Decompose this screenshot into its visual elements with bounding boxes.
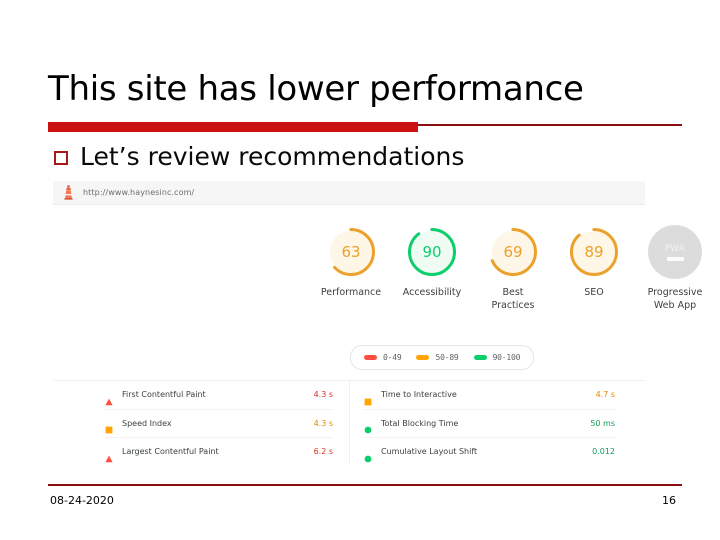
score-gauge-accessibility: 90 Accessibility (402, 225, 462, 299)
square-average-icon (364, 391, 372, 406)
bullet-item: Let’s review recommendations (54, 142, 464, 172)
score-gauges-area: 63 Performance 90 Accessibility 69 Best … (53, 205, 702, 381)
page-title: This site has lower performance (48, 69, 584, 109)
lighthouse-report-card: http://www.haynesinc.com/ 63 Performance (53, 181, 702, 464)
metric-name: Total Blocking Time (381, 418, 459, 428)
gauge-value-best-practices: 69 (503, 243, 523, 261)
gauge-dash-icon (666, 256, 684, 261)
metric-row: Total Blocking Time 50 ms (364, 410, 615, 439)
metric-value: 0.012 (592, 447, 615, 457)
metric-row: Speed Index 4.3 s (105, 410, 333, 439)
gauge-ring-seo: 89 (567, 225, 621, 279)
circle-pass-icon (364, 419, 372, 434)
metric-name: Largest Contentful Paint (122, 447, 219, 457)
triangle-warning-icon (105, 391, 113, 405)
metric-row: Time to Interactive 4.7 s (364, 381, 615, 410)
metric-value: 4.3 s (313, 418, 333, 428)
gauge-label-best-practices: Best Practices (491, 287, 535, 311)
gauge-ring-performance: 63 (324, 225, 378, 279)
legend-swatch-red-icon (364, 355, 377, 360)
score-legend: 0-49 50-89 90-100 (350, 345, 535, 370)
title-divider-thick (48, 122, 418, 132)
gauge-label-pwa: Progressive Web App (647, 287, 703, 311)
metric-value: 50 ms (590, 418, 615, 428)
score-gauge-performance: 63 Performance (321, 225, 381, 299)
triangle-warning-icon (105, 448, 113, 463)
gauge-ring-pwa: PWA (648, 225, 702, 279)
metric-row: Cumulative Layout Shift 0.012 (364, 438, 615, 466)
legend-label-fail: 0-49 (383, 353, 402, 362)
metric-row: First Contentful Paint 4.3 s (105, 381, 333, 410)
gauge-value-seo: 89 (584, 243, 604, 261)
legend-item-average: 50-89 (416, 353, 459, 362)
gauge-label-accessibility: Accessibility (402, 287, 462, 298)
gauge-ring-accessibility: 90 (405, 225, 459, 279)
metric-row: Largest Contentful Paint 6.2 s (105, 438, 333, 466)
score-gauge-best-practices: 69 Best Practices (483, 225, 543, 312)
hollow-square-icon (54, 151, 68, 165)
metric-name: Time to Interactive (381, 390, 457, 400)
lighthouse-icon (63, 185, 74, 200)
title-divider (48, 120, 682, 132)
gauge-label-performance: Performance (320, 287, 382, 298)
metric-name: First Contentful Paint (122, 390, 206, 400)
footer-date: 08-24-2020 (50, 494, 114, 507)
square-average-icon (105, 419, 113, 434)
slide: This site has lower performance Let’s re… (0, 0, 720, 540)
metrics-column-left: First Contentful Paint 4.3 s Speed Index… (53, 381, 349, 464)
legend-label-pass: 90-100 (492, 353, 521, 362)
metric-name: Speed Index (122, 418, 172, 428)
url-bar: http://www.haynesinc.com/ (53, 181, 645, 205)
metric-value: 6.2 s (313, 447, 333, 457)
footer-divider (48, 484, 682, 486)
gauge-label-seo: SEO (584, 287, 604, 298)
gauge-value-performance: 63 (341, 243, 361, 261)
page-number: 16 (662, 494, 676, 507)
gauge-value-pwa: PWA (664, 243, 686, 254)
score-gauges: 63 Performance 90 Accessibility 69 Best … (321, 225, 705, 312)
legend-item-pass: 90-100 (473, 353, 521, 362)
metrics-column-right: Time to Interactive 4.7 s Total Blocking… (349, 381, 645, 464)
gauge-ring-best-practices: 69 (486, 225, 540, 279)
legend-swatch-orange-icon (416, 355, 430, 360)
metric-name: Cumulative Layout Shift (381, 447, 478, 457)
circle-pass-icon (364, 448, 372, 463)
legend-label-average: 50-89 (435, 353, 459, 362)
legend-item-fail: 0-49 (364, 353, 402, 362)
metric-value: 4.7 s (595, 390, 615, 400)
url-text: http://www.haynesinc.com/ (83, 188, 195, 197)
gauge-value-accessibility: 90 (422, 243, 442, 261)
metric-value: 4.3 s (313, 390, 333, 400)
metrics-section: First Contentful Paint 4.3 s Speed Index… (53, 381, 645, 464)
score-gauge-seo: 89 SEO (564, 225, 624, 299)
bullet-item-label: Let’s review recommendations (80, 142, 465, 171)
legend-swatch-green-icon (473, 355, 487, 360)
score-gauge-pwa: PWA Progressive Web App (645, 225, 705, 312)
